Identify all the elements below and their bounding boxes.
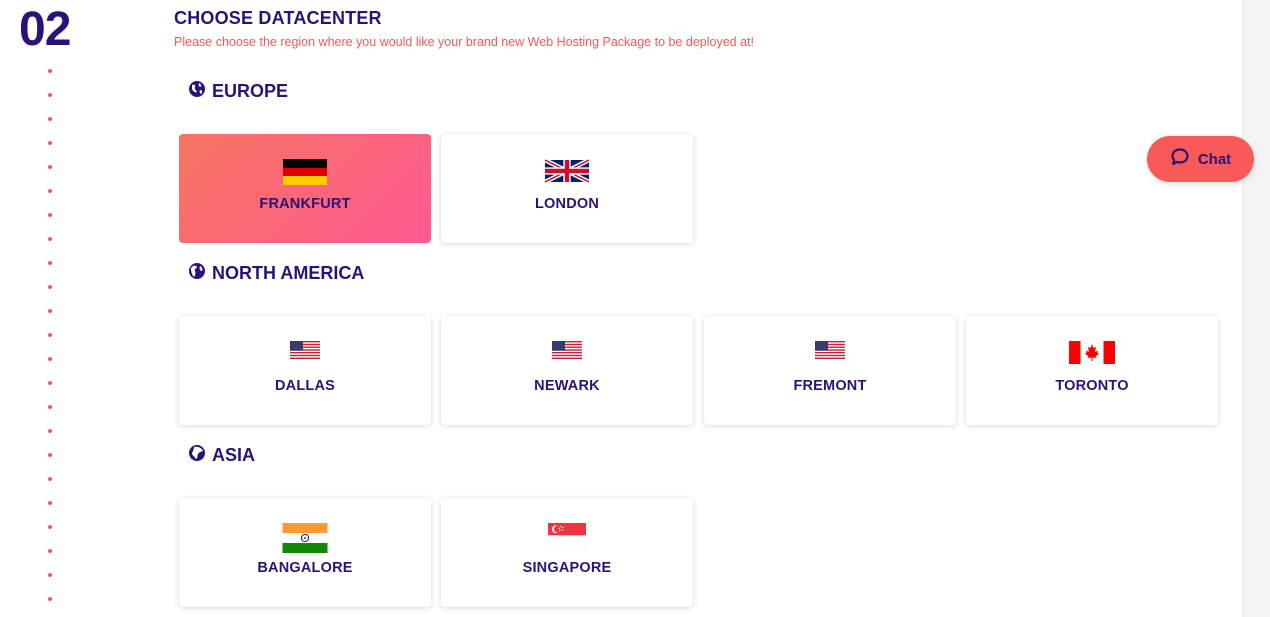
connector-dot bbox=[48, 309, 52, 313]
usa-flag-icon bbox=[815, 341, 845, 359]
region-header-asia: ASIA bbox=[188, 444, 255, 467]
connector-dot bbox=[48, 93, 52, 97]
canada-flag-icon bbox=[1069, 341, 1115, 364]
datacenter-label: SINGAPORE bbox=[522, 560, 612, 576]
globe-americas-icon bbox=[188, 262, 206, 285]
datacenter-card-dallas[interactable]: DALLAS bbox=[179, 316, 431, 425]
globe-europe-icon bbox=[188, 80, 206, 103]
region-header-north-america: NORTH AMERICA bbox=[188, 262, 364, 285]
datacenter-label: FREMONT bbox=[793, 378, 867, 394]
region-header-europe: EUROPE bbox=[188, 80, 288, 103]
connector-dot bbox=[48, 69, 52, 73]
connector-dot bbox=[48, 429, 52, 433]
datacenter-label: LONDON bbox=[534, 196, 600, 212]
section-title: CHOOSE DATACENTER bbox=[174, 8, 382, 28]
connector-dot bbox=[48, 213, 52, 217]
connector-dot bbox=[48, 285, 52, 289]
page-scrollbar[interactable] bbox=[1242, 0, 1270, 617]
chat-label: Chat bbox=[1197, 150, 1232, 168]
india-flag-icon bbox=[282, 523, 328, 553]
connector-dot bbox=[48, 237, 52, 241]
connector-dot bbox=[48, 381, 52, 385]
datacenter-label: BANGALORE bbox=[257, 560, 353, 576]
datacenter-card-toronto[interactable]: TORONTO bbox=[966, 316, 1218, 425]
connector-dot bbox=[48, 189, 52, 193]
datacenter-card-london[interactable]: LONDON bbox=[441, 134, 693, 243]
connector-dot bbox=[48, 141, 52, 145]
connector-dot bbox=[48, 333, 52, 337]
connector-dot bbox=[48, 357, 52, 361]
connector-dot bbox=[48, 117, 52, 121]
datacenter-card-newark[interactable]: NEWARK bbox=[441, 316, 693, 425]
connector-dot bbox=[48, 261, 52, 265]
datacenter-label: NEWARK bbox=[534, 378, 600, 394]
step-number: 02 bbox=[19, 3, 71, 56]
region-name: NORTH AMERICA bbox=[212, 263, 365, 283]
connector-dot bbox=[48, 165, 52, 169]
datacenter-label: TORONTO bbox=[1055, 378, 1129, 394]
connector-dot bbox=[48, 573, 52, 577]
connector-dot bbox=[48, 453, 52, 457]
region-name: EUROPE bbox=[212, 81, 289, 101]
chat-button[interactable]: Chat bbox=[1147, 136, 1254, 182]
datacenter-card-frankfurt[interactable]: FRANKFURT bbox=[179, 134, 431, 243]
germany-flag-icon bbox=[283, 159, 327, 185]
usa-flag-icon bbox=[290, 341, 320, 359]
usa-flag-icon bbox=[552, 341, 582, 359]
connector-dot bbox=[48, 549, 52, 553]
globe-asia-icon bbox=[188, 444, 206, 467]
connector-dot bbox=[48, 597, 52, 601]
datacenter-label: FRANKFURT bbox=[259, 196, 351, 212]
region-name: ASIA bbox=[212, 445, 256, 465]
datacenter-label: DALLAS bbox=[274, 378, 335, 394]
datacenter-card-fremont[interactable]: FREMONT bbox=[704, 316, 956, 425]
connector-dot bbox=[48, 501, 52, 505]
connector-dot bbox=[48, 477, 52, 481]
section-subtitle: Please choose the region where you would… bbox=[174, 35, 754, 49]
datacenter-card-singapore[interactable]: SINGAPORE bbox=[441, 498, 693, 607]
connector-dot bbox=[48, 525, 52, 529]
chat-bubble-icon bbox=[1170, 147, 1190, 172]
singapore-flag-icon bbox=[548, 523, 586, 548]
connector-dot bbox=[48, 405, 52, 409]
datacenter-card-bangalore[interactable]: BANGALORE bbox=[179, 498, 431, 607]
uk-flag-icon bbox=[545, 159, 589, 183]
